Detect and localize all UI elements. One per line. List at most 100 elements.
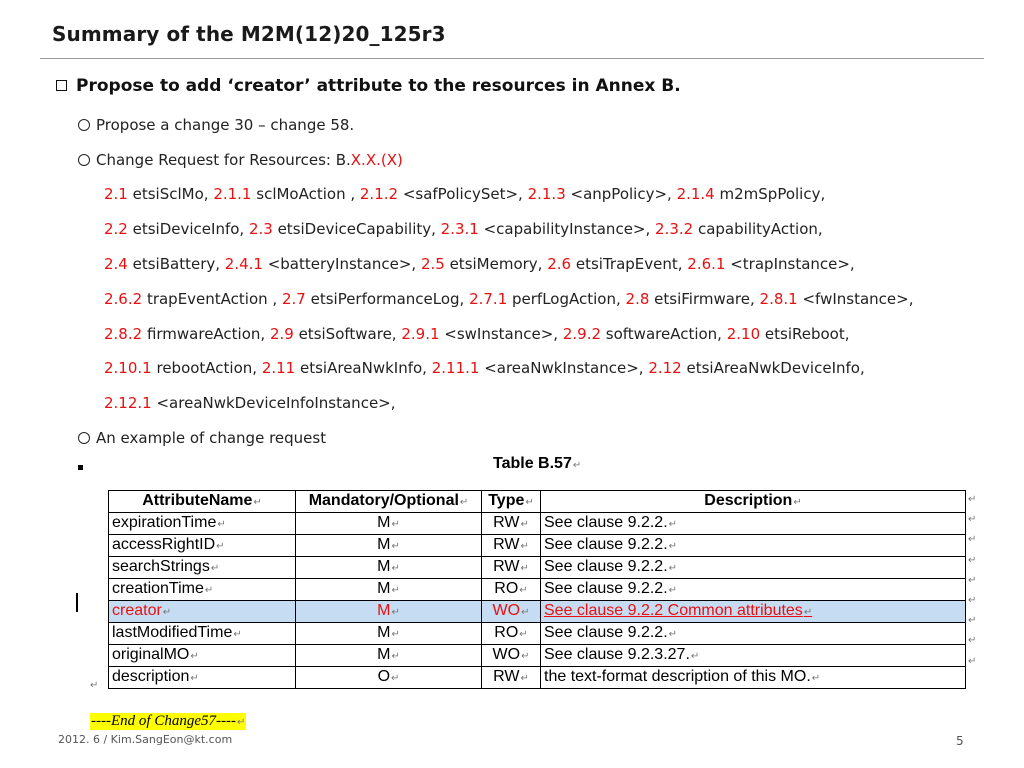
paragraph-mark-icon: ↵ <box>793 497 802 508</box>
paragraph-mark-icon: ↵ <box>968 655 977 667</box>
sub-bullet-text: Propose a change 30 – change 58. <box>96 116 355 134</box>
paragraph-mark-icon: ↵ <box>520 519 529 530</box>
attribute-name-cell: lastModifiedTime↵ <box>108 622 296 645</box>
table-header-row: AttributeName↵ Mandatory/Optional↵ Type↵ De… <box>108 490 966 513</box>
paragraph-mark-icon: ↵ <box>210 563 220 574</box>
cell-text: RO <box>494 580 519 597</box>
description-cell: See clause 9.2.3.27.↵ <box>540 644 966 667</box>
cell-text: M <box>377 602 391 619</box>
title-divider <box>40 58 984 59</box>
resource-line: 2.12.1 <areaNwkDeviceInfoInstance>, <box>104 394 396 412</box>
mandatory-optional-cell: M↵ <box>295 556 482 579</box>
attribute-name-cell: description↵ <box>108 666 296 689</box>
table-row: expirationTime↵ M↵ RW↵ See clause 9.2.2.↵ <box>108 512 966 535</box>
type-cell: WO↵ <box>481 644 541 667</box>
resource-name: capabilityAction, <box>693 220 823 238</box>
paragraph-mark-icon: ↵ <box>668 563 678 574</box>
section-number: 2.8.1 <box>759 290 798 308</box>
sub-bullet-change-range: Propose a change 30 – change 58. <box>78 116 354 134</box>
resource-name: softwareAction, <box>601 325 727 343</box>
section-number: 2.2 <box>104 220 128 238</box>
table-row: originalMO↵ M↵ WO↵ See clause 9.2.3.27.↵ <box>108 644 966 667</box>
cell-text: M <box>377 624 391 641</box>
cell-text: expirationTime <box>112 514 217 531</box>
paragraph-mark-icon: ↵ <box>391 629 400 640</box>
resource-line: 2.8.2 firmwareAction, 2.9 etsiSoftware, … <box>104 325 850 343</box>
resource-name: <fwInstance>, <box>797 290 914 308</box>
description-cell: See clause 9.2.2.↵ <box>540 622 966 645</box>
resource-name: <anpPolicy>, <box>565 185 677 203</box>
cell-text: creator <box>112 602 162 619</box>
table-row: creator↵ M↵ WO↵ See clause 9.2.2 Common att… <box>108 600 966 623</box>
table-caption-text: Table B.57 <box>493 455 572 472</box>
attribute-name-cell: originalMO↵ <box>108 644 296 667</box>
resource-name: etsiBattery, <box>127 255 225 273</box>
type-cell: RO↵ <box>481 622 541 645</box>
mandatory-optional-cell: M↵ <box>295 578 482 601</box>
attribute-name-cell: expirationTime↵ <box>108 512 296 535</box>
cell-text: See clause 9.2.2. <box>544 624 668 641</box>
resource-name: <capabilityInstance>, <box>478 220 656 238</box>
paragraph-mark-icon: ↵ <box>668 629 678 640</box>
cell-text: searchStrings <box>112 558 210 575</box>
section-number: 2.7 <box>281 290 306 308</box>
resource-name: etsiMemory, <box>444 255 548 273</box>
table-header-cell: Description↵ <box>540 490 966 513</box>
cell-text: description <box>112 668 190 685</box>
square-bullet-icon <box>78 465 83 470</box>
paragraph-mark-icon: ↵ <box>968 494 977 505</box>
table-row: lastModifiedTime↵ M↵ RO↵ See clause 9.2.2.↵ <box>108 622 966 645</box>
square-outline-bullet-icon <box>56 80 67 91</box>
section-placeholder: X.X.(X) <box>350 151 403 169</box>
resource-name: <safPolicySet>, <box>398 185 528 203</box>
sub-bullet-example: An example of change request <box>78 429 326 447</box>
paragraph-mark-icon: ↵ <box>236 717 246 728</box>
section-number: 2.9.2 <box>562 325 602 343</box>
resource-name: etsiReboot, <box>760 325 850 343</box>
cell-text: creationTime <box>112 580 204 597</box>
mandatory-optional-cell: O↵ <box>295 666 482 689</box>
paragraph-mark-icon: ↵ <box>690 651 700 662</box>
cell-text: See clause 9.2.2. <box>544 558 668 575</box>
resource-name: etsiDeviceInfo, <box>127 220 249 238</box>
paragraph-mark-icon: ↵ <box>525 497 534 508</box>
description-cell: See clause 9.2.2.↵ <box>540 556 966 579</box>
paragraph-mark-icon: ↵ <box>391 673 400 684</box>
section-number: 2.12.1 <box>104 394 152 412</box>
mandatory-optional-cell: M↵ <box>295 622 482 645</box>
cell-text: RO <box>494 624 519 641</box>
section-number: 2.1.3 <box>527 185 566 203</box>
resource-name: <trapInstance>, <box>725 255 855 273</box>
header-label: Type <box>488 492 525 509</box>
resource-name: etsiSoftware, <box>293 325 402 343</box>
section-number: 2.6 <box>547 255 572 273</box>
resource-name: trapEventAction , <box>142 290 282 308</box>
section-number: 2.1.1 <box>213 185 252 203</box>
resource-name: perfLogAction, <box>507 290 626 308</box>
paragraph-mark-icon: ↵ <box>253 497 262 508</box>
resource-name: etsiDeviceCapability, <box>272 220 441 238</box>
resource-name: sclMoAction , <box>251 185 360 203</box>
paragraph-mark-icon: ↵ <box>668 519 678 530</box>
cell-text: originalMO <box>112 646 190 663</box>
resource-line: 2.1 etsiSclMo, 2.1.1 sclMoAction , 2.1.2… <box>104 185 825 203</box>
header-label: Description <box>704 492 793 509</box>
table-header-cell: Mandatory/Optional↵ <box>295 490 482 513</box>
paragraph-mark-icon: ↵ <box>803 607 813 618</box>
section-number: 2.5 <box>420 255 445 273</box>
end-marker-dashes-right: ---- <box>215 713 236 729</box>
section-number: 2.11 <box>261 359 296 377</box>
paragraph-mark-icon: ↵ <box>520 563 529 574</box>
paragraph-mark-icon: ↵ <box>521 651 530 662</box>
mandatory-optional-cell: M↵ <box>295 600 482 623</box>
section-number: 2.1 <box>104 185 128 203</box>
description-cell: See clause 9.2.2 Common attributes↵ <box>540 600 966 623</box>
type-cell: RO↵ <box>481 578 541 601</box>
section-number: 2.9.1 <box>401 325 440 343</box>
paragraph-mark-icon: ↵ <box>519 629 528 640</box>
slide-title: Summary of the M2M(12)20_125r3 <box>52 22 446 46</box>
table-row: searchStrings↵ M↵ RW↵ See clause 9.2.2.↵ <box>108 556 966 579</box>
resource-name: <areaNwkInstance>, <box>479 359 649 377</box>
change-bar <box>76 593 78 612</box>
sub-bullet-change-request: Change Request for Resources: B.X.X.(X) <box>78 151 403 169</box>
